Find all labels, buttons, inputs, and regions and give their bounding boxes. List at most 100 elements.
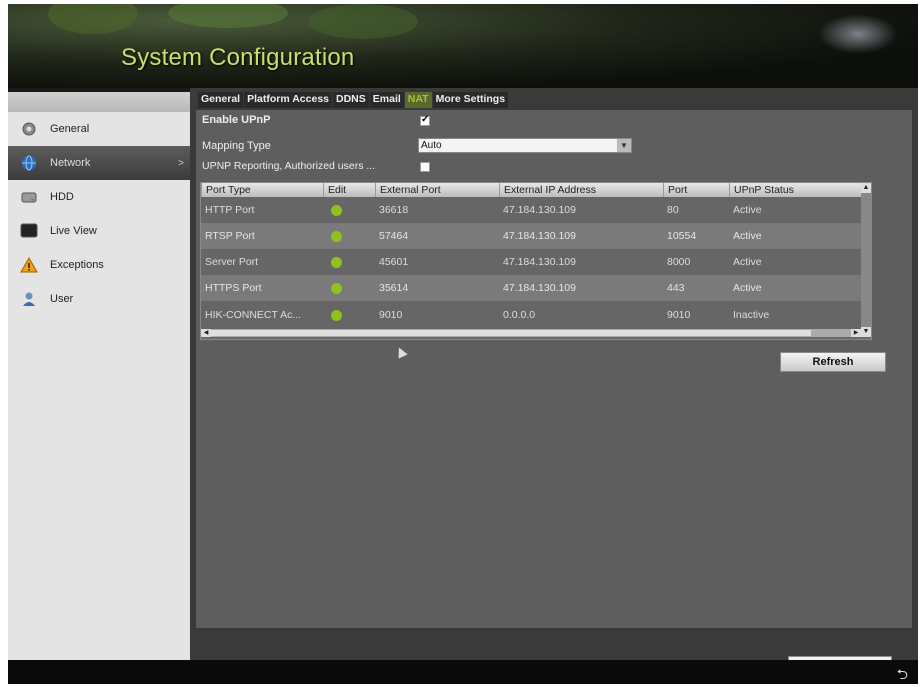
foliage-decoration — [168, 4, 288, 28]
table-header-row: Port Type Edit External Port External IP… — [201, 183, 861, 197]
scroll-left-icon[interactable]: ◀ — [201, 329, 211, 337]
cell-external-port: 36618 — [379, 204, 409, 216]
cell-port-type: Server Port — [205, 256, 259, 268]
cell-external-ip: 0.0.0.0 — [503, 309, 536, 321]
refresh-button[interactable]: Refresh — [780, 352, 886, 372]
cell-external-port: 9010 — [379, 309, 403, 321]
cell-port-type: RTSP Port — [205, 230, 255, 242]
dvr-window: System Configuration General Network > H… — [8, 4, 918, 684]
cell-external-ip: 47.184.130.109 — [503, 256, 576, 268]
cell-port: 80 — [667, 204, 679, 216]
chevron-down-icon: ▼ — [617, 139, 631, 152]
upnp-reporting-checkbox[interactable] — [420, 162, 430, 172]
hdd-icon — [20, 189, 38, 205]
sidebar-item-label: HDD — [50, 191, 74, 203]
cell-upnp-status: Active — [733, 204, 762, 216]
cell-port-type: HTTPS Port — [205, 282, 262, 294]
foliage-decoration — [48, 4, 138, 34]
table-row[interactable]: HTTP Port 36618 47.184.130.109 80 Active — [201, 197, 861, 223]
footer-bar: ⮌ — [8, 660, 918, 684]
edit-icon[interactable] — [331, 256, 342, 268]
tab-general[interactable]: General — [198, 92, 244, 108]
mapping-type-select[interactable]: Auto ▼ — [418, 138, 632, 153]
cell-port: 8000 — [667, 256, 691, 268]
tab-bar: General Platform Access DDNS Email NAT M… — [198, 92, 509, 108]
sidebar-header-bar — [8, 92, 190, 112]
cell-external-port: 35614 — [379, 282, 409, 294]
edit-cell — [323, 275, 375, 301]
table-row[interactable]: RTSP Port 57464 47.184.130.109 10554 Act… — [201, 223, 861, 249]
column-header-port[interactable]: Port — [663, 183, 729, 197]
port-mapping-table: Port Type Edit External Port External IP… — [200, 182, 872, 340]
scroll-up-icon[interactable]: ▲ — [861, 183, 871, 193]
sidebar-item-exceptions[interactable]: Exceptions — [8, 248, 190, 282]
scroll-down-icon[interactable]: ▼ — [861, 327, 871, 337]
sidebar-item-label: General — [50, 123, 90, 135]
edit-cell — [323, 249, 375, 275]
chevron-right-icon: > — [178, 157, 184, 169]
header-banner: System Configuration — [8, 4, 918, 88]
cell-external-port: 57464 — [379, 230, 409, 242]
globe-icon — [20, 155, 38, 171]
sidebar-item-live-view[interactable]: Live View — [8, 214, 190, 248]
column-header-upnp-status[interactable]: UPnP Status — [729, 183, 861, 197]
edit-icon[interactable] — [331, 309, 342, 321]
cell-upnp-status: Active — [733, 230, 762, 242]
upnp-reporting-label: UPNP Reporting, Authorized users ... — [202, 160, 376, 172]
warning-icon — [20, 257, 38, 273]
tab-platform-access[interactable]: Platform Access — [244, 92, 333, 108]
horizontal-scrollbar[interactable]: ◀ ▶ — [201, 329, 861, 337]
tab-nat[interactable]: NAT — [404, 92, 432, 108]
sidebar-item-user[interactable]: User — [8, 282, 190, 316]
edit-cell — [323, 301, 375, 329]
table-row[interactable]: Server Port 45601 47.184.130.109 8000 Ac… — [201, 249, 861, 275]
cell-external-port: 45601 — [379, 256, 409, 268]
cell-external-ip: 47.184.130.109 — [503, 282, 576, 294]
vertical-scrollbar[interactable]: ▲ ▼ — [861, 183, 871, 337]
monitor-icon — [20, 223, 38, 239]
table-row[interactable]: HIK-CONNECT Ac... 9010 0.0.0.0 9010 Inac… — [201, 301, 861, 329]
user-icon — [20, 291, 38, 307]
scrollbar-thumb[interactable] — [211, 330, 811, 336]
sidebar: General Network > HDD Live View Exceptio… — [8, 92, 190, 660]
tab-more-settings[interactable]: More Settings — [432, 92, 509, 108]
content-panel: General Platform Access DDNS Email NAT M… — [190, 88, 918, 676]
edit-cell — [323, 223, 375, 249]
edit-icon[interactable] — [331, 204, 342, 216]
mapping-type-value: Auto — [421, 140, 442, 151]
column-header-port-type[interactable]: Port Type — [201, 183, 323, 197]
column-header-external-port[interactable]: External Port — [375, 183, 499, 197]
page-title: System Configuration — [121, 44, 355, 71]
enable-upnp-label: Enable UPnP — [202, 114, 271, 126]
sidebar-item-hdd[interactable]: HDD — [8, 180, 190, 214]
cell-upnp-status: Active — [733, 256, 762, 268]
scroll-right-icon[interactable]: ▶ — [851, 329, 861, 337]
column-header-edit[interactable]: Edit — [323, 183, 375, 197]
cell-external-ip: 47.184.130.109 — [503, 230, 576, 242]
sidebar-item-network[interactable]: Network > — [8, 146, 190, 180]
cell-port: 9010 — [667, 309, 691, 321]
sidebar-item-label: Network — [50, 157, 91, 169]
enable-upnp-checkbox[interactable] — [420, 114, 430, 126]
nat-settings-form: Enable UPnP Mapping Type Auto ▼ UPNP Rep… — [196, 110, 912, 676]
cell-port-type: HTTP Port — [205, 204, 255, 216]
cell-upnp-status: Active — [733, 282, 762, 294]
table-row[interactable]: HTTPS Port 35614 47.184.130.109 443 Acti… — [201, 275, 861, 301]
foliage-decoration — [308, 4, 418, 39]
column-header-external-ip[interactable]: External IP Address — [499, 183, 663, 197]
mapping-type-label: Mapping Type — [202, 140, 271, 152]
cell-port: 10554 — [667, 230, 697, 242]
edit-cell — [323, 197, 375, 223]
tab-email[interactable]: Email — [369, 92, 404, 108]
edit-icon[interactable] — [331, 282, 342, 294]
cell-port-type: HIK-CONNECT Ac... — [205, 309, 302, 321]
edit-icon[interactable] — [331, 230, 342, 242]
sidebar-item-general[interactable]: General — [8, 112, 190, 146]
cell-upnp-status: Inactive — [733, 309, 770, 321]
back-icon[interactable]: ⮌ — [897, 664, 908, 684]
sidebar-item-label: User — [50, 293, 74, 305]
tab-ddns[interactable]: DDNS — [333, 92, 369, 108]
light-glow-decoration — [818, 14, 898, 54]
sidebar-item-label: Exceptions — [50, 259, 104, 271]
cell-port: 443 — [667, 282, 685, 294]
